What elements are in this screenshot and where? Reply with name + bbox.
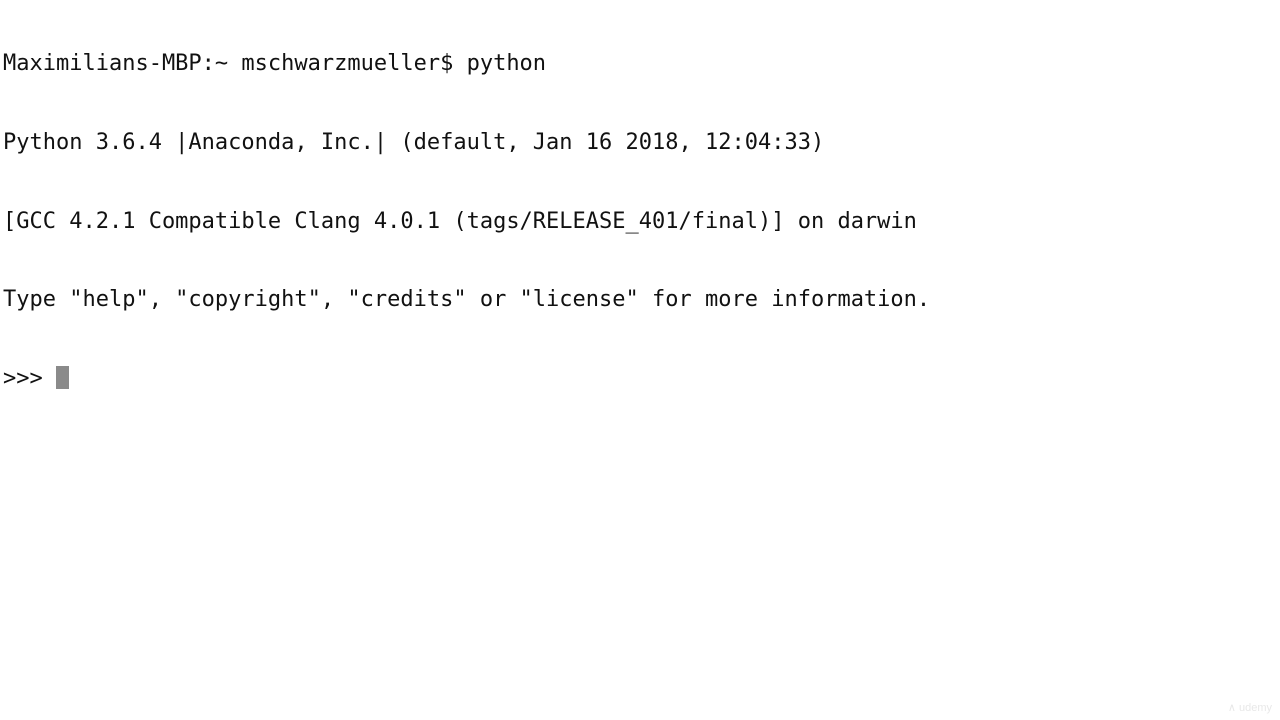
text-cursor: [55, 365, 69, 389]
udemy-watermark: ∧ udemy: [1228, 701, 1272, 714]
udemy-logo-icon: ∧: [1227, 702, 1239, 714]
python-version-line: Python 3.6.4 |Anaconda, Inc.| (default, …: [3, 130, 825, 155]
terminal-output[interactable]: Maximilians-MBP:~ mschwarzmueller$ pytho…: [3, 0, 930, 418]
python-prompt: >>>: [3, 365, 56, 391]
python-prompt-line[interactable]: >>>: [3, 365, 930, 392]
watermark-text: udemy: [1238, 702, 1272, 714]
shell-command-line: Maximilians-MBP:~ mschwarzmueller$ pytho…: [3, 51, 547, 77]
compiler-info-line: [GCC 4.2.1 Compatible Clang 4.0.1 (tags/…: [3, 208, 917, 234]
help-info-line: Type "help", "copyright", "credits" or "…: [3, 287, 931, 313]
